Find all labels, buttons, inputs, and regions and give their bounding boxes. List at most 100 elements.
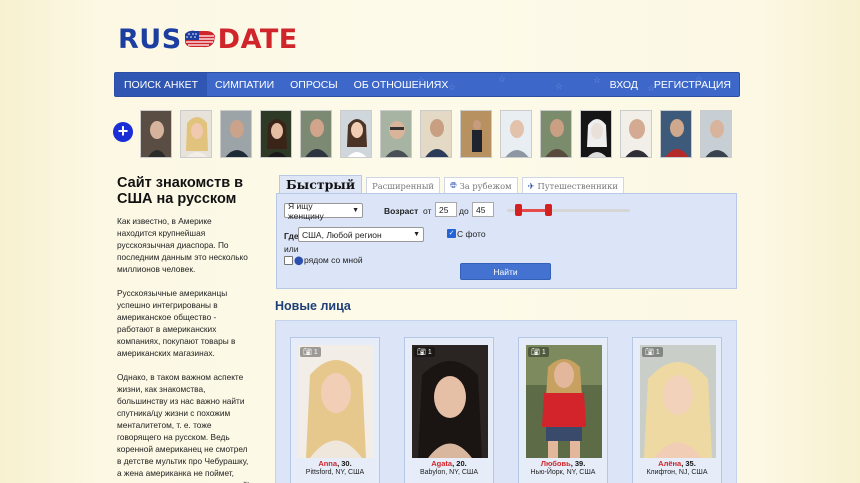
photo-count: 1 bbox=[427, 349, 432, 356]
member-thumb[interactable] bbox=[580, 110, 612, 158]
nav-item-search[interactable]: ПОИСК АНКЕТ bbox=[115, 73, 207, 96]
nav-item-polls[interactable]: ОПРОСЫ bbox=[282, 73, 346, 96]
profile-photo[interactable]: 📷︎ 1 bbox=[640, 345, 716, 458]
member-thumb[interactable] bbox=[140, 110, 172, 158]
seeking-select[interactable]: Я ищу женщину ▼ bbox=[284, 201, 363, 221]
member-photo-icon bbox=[141, 111, 171, 157]
member-thumb[interactable] bbox=[460, 110, 492, 158]
profile-age: 30 bbox=[341, 459, 350, 468]
photo-count: 1 bbox=[541, 349, 546, 356]
profile-card[interactable]: 📷︎ 1 Anna, 30. Pittsford, NY, США bbox=[290, 337, 380, 483]
new-faces-panel: 📷︎ 1 Anna, 30. Pittsford, NY, США 📷︎ 1 A… bbox=[275, 320, 737, 483]
profile-period: . bbox=[349, 459, 352, 468]
camera-icon: 📷︎ 1 bbox=[528, 347, 549, 357]
globe-icon: 🌐︎ bbox=[449, 180, 457, 190]
quick-search-form: Я ищу женщину ▼ Возраст от 25 до 45 Где С… bbox=[276, 193, 737, 289]
member-photo-icon bbox=[261, 111, 291, 157]
member-thumb[interactable] bbox=[700, 110, 732, 158]
profile-location: Нью-Йорк, NY, США bbox=[530, 469, 596, 476]
region-value: США, Любой регион bbox=[302, 229, 382, 240]
profile-period: . bbox=[693, 459, 696, 468]
member-photo-icon bbox=[701, 111, 731, 157]
member-thumb[interactable] bbox=[180, 110, 212, 158]
tab-abroad[interactable]: 🌐︎ За рубежом bbox=[443, 177, 518, 194]
find-button[interactable]: Найти bbox=[460, 263, 551, 280]
age-max-handle[interactable] bbox=[545, 204, 552, 216]
member-thumb[interactable] bbox=[220, 110, 252, 158]
age-min-handle[interactable] bbox=[514, 204, 522, 216]
member-photo-icon bbox=[621, 111, 651, 157]
member-thumb[interactable] bbox=[500, 110, 532, 158]
region-select[interactable]: США, Любой регион ▼ bbox=[298, 227, 424, 242]
age-label: Возраст bbox=[384, 206, 419, 216]
age-range-slider[interactable] bbox=[507, 204, 630, 216]
profile-period: . bbox=[464, 459, 467, 468]
profile-name-line: Anna, 30. bbox=[291, 459, 379, 468]
profile-location: Babylon, NY, США bbox=[419, 469, 479, 476]
member-thumb[interactable] bbox=[340, 110, 372, 158]
member-photo-icon bbox=[461, 111, 491, 157]
nav-item-register[interactable]: РЕГИСТРАЦИЯ bbox=[646, 73, 739, 96]
member-thumb[interactable] bbox=[380, 110, 412, 158]
sidebar-title: Сайт знакомств в США на русском bbox=[117, 175, 244, 207]
member-photo-icon bbox=[661, 111, 691, 157]
member-thumb[interactable] bbox=[620, 110, 652, 158]
search-tabs: Быстрый Расширенный 🌐︎ За рубежом ✈︎ Путеш… bbox=[279, 175, 624, 194]
camera-icon: 📷︎ 1 bbox=[300, 347, 321, 357]
member-thumb[interactable] bbox=[420, 110, 452, 158]
age-from-input[interactable]: 25 bbox=[435, 202, 457, 217]
profile-age: 39 bbox=[574, 459, 584, 468]
nearby-checkbox[interactable] bbox=[284, 256, 293, 265]
profile-photo[interactable]: 📷︎ 1 bbox=[412, 345, 488, 458]
profile-name-line: Agata, 20. bbox=[405, 459, 493, 468]
profile-card[interactable]: 📷︎ 1 Алёна, 35. Клифтон, NJ, США bbox=[632, 337, 722, 483]
member-photo-icon bbox=[221, 111, 251, 157]
profile-age: 35 bbox=[685, 459, 694, 468]
tab-advanced[interactable]: Расширенный bbox=[366, 177, 440, 194]
member-photo-icon bbox=[421, 111, 451, 157]
profile-photo[interactable]: 📷︎ 1 bbox=[298, 345, 374, 458]
tab-label: За рубежом bbox=[459, 180, 512, 191]
tab-label: Расширенный bbox=[372, 180, 434, 191]
with-photo-checkbox[interactable]: ✓ bbox=[447, 229, 456, 238]
profile-card[interactable]: 📷︎ 1 Agata, 20. Babylon, NY, США bbox=[404, 337, 494, 483]
age-range-fill bbox=[517, 209, 548, 212]
member-photo-icon bbox=[301, 111, 331, 157]
camera-icon: 📷︎ 1 bbox=[414, 347, 435, 357]
profile-card[interactable]: 📷︎ 1 Любовь, 39. Нью-Йорк, NY, США bbox=[518, 337, 608, 483]
member-thumb-strip bbox=[140, 110, 732, 158]
photo-count: 1 bbox=[655, 349, 660, 356]
age-to-label: до bbox=[459, 206, 469, 216]
where-label: Где bbox=[284, 231, 299, 241]
sidebar-paragraph: Как известно, в Америке находится крупне… bbox=[117, 216, 248, 274]
profile-name[interactable]: Agata bbox=[431, 459, 452, 468]
tab-label: Быстрый bbox=[286, 177, 356, 192]
profile-age: 20 bbox=[456, 459, 465, 468]
star-decoration-icon: ☆ bbox=[647, 83, 656, 93]
member-thumb[interactable] bbox=[260, 110, 292, 158]
tab-quick[interactable]: Быстрый bbox=[279, 175, 363, 194]
member-photo-icon bbox=[381, 111, 411, 157]
profile-photo[interactable]: 📷︎ 1 bbox=[526, 345, 602, 458]
age-to-input[interactable]: 45 bbox=[472, 202, 494, 217]
nav-item-likes[interactable]: СИМПАТИИ bbox=[207, 73, 282, 96]
site-logo[interactable]: RUS DATE bbox=[118, 22, 298, 56]
nav-item-relationships[interactable]: ОБ ОТНОШЕНИЯХ bbox=[346, 73, 457, 96]
tab-label: Путешественники bbox=[537, 180, 618, 191]
profile-name[interactable]: Любовь bbox=[541, 459, 571, 468]
member-thumb[interactable] bbox=[300, 110, 332, 158]
nav-item-login[interactable]: ВХОД bbox=[602, 73, 646, 96]
usa-flag-icon bbox=[184, 30, 215, 48]
member-thumb[interactable] bbox=[540, 110, 572, 158]
sidebar-paragraph: Однако, в таком важном аспекте жизни, ка… bbox=[117, 372, 250, 483]
tab-travelers[interactable]: ✈︎ Путешественники bbox=[521, 177, 624, 194]
profile-name[interactable]: Алёна bbox=[658, 459, 681, 468]
star-decoration-icon: ☆ bbox=[695, 74, 704, 84]
chevron-down-icon: ▼ bbox=[352, 207, 359, 214]
member-thumb[interactable] bbox=[660, 110, 692, 158]
profile-name[interactable]: Anna bbox=[318, 459, 337, 468]
star-decoration-icon: ☆ bbox=[498, 74, 507, 84]
plane-icon: ✈︎ bbox=[527, 180, 535, 191]
profile-name-line: Любовь, 39. bbox=[519, 459, 607, 468]
add-photo-button[interactable]: + bbox=[113, 122, 133, 142]
